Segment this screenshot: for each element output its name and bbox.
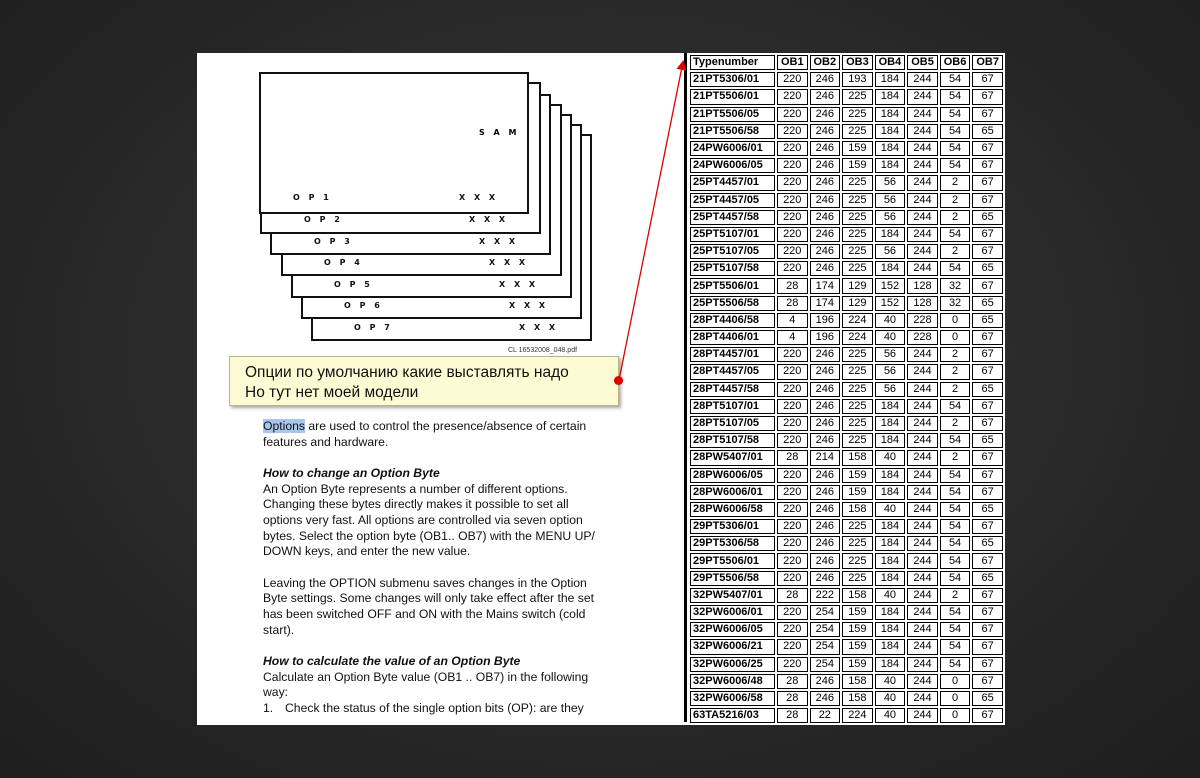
annotation-arrow	[618, 60, 687, 381]
arrow-line	[618, 60, 687, 381]
note-anchor-dot	[614, 376, 623, 385]
